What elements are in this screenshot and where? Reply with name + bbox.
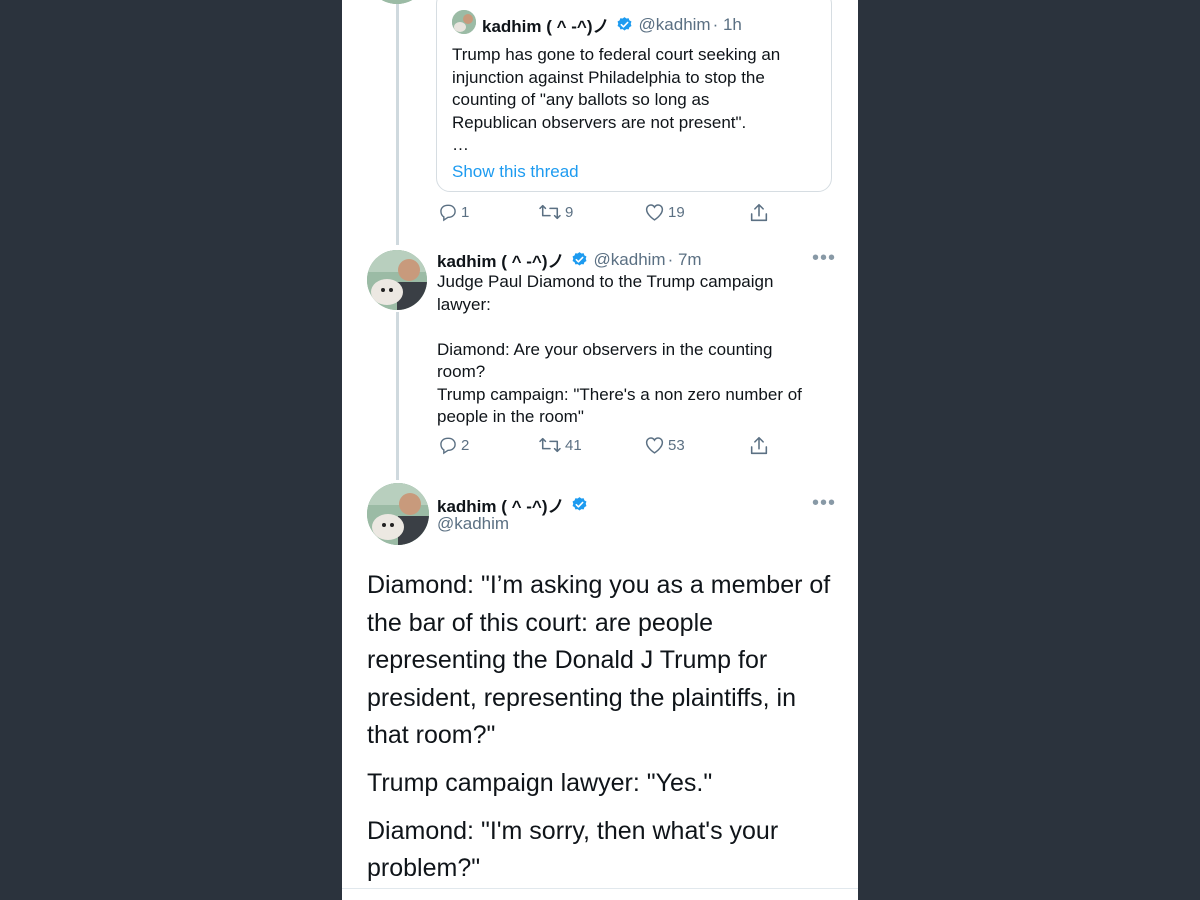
quoted-tweet-text: Trump has gone to federal court seeking … [452,45,781,154]
timestamp[interactable]: · 1h [713,15,742,35]
timestamp[interactable]: · 7m [668,250,702,270]
reply-count: 2 [461,436,470,454]
like-count: 53 [668,436,685,454]
thread-connector-line [396,0,399,245]
show-thread-link[interactable]: Show this thread [452,162,579,182]
share-icon [750,436,768,455]
tweet-paragraph: Trump campaign lawyer: "Yes." [367,768,713,797]
retweet-button[interactable]: 41 [538,435,582,455]
tweet-paragraph: Diamond: "I’m asking you as a member of … [367,571,831,750]
retweet-count: 9 [565,203,574,221]
divider [342,888,858,889]
share-button[interactable] [748,202,770,224]
quoted-tweet-header: kadhim ( ^ -^)ノ @kadhim · 1h [482,12,742,37]
quoted-avatar[interactable] [452,10,476,34]
reply-button[interactable]: 2 [438,435,469,455]
verified-badge-icon [571,496,588,513]
retweet-icon [539,437,561,453]
display-name[interactable]: kadhim ( ^ -^)ノ [482,12,610,37]
thread-connector-line [396,312,399,480]
reply-tweet-text: Judge Paul Diamond to the Trump campaign… [437,272,802,426]
share-icon [750,203,768,222]
handle[interactable]: @kadhim [437,514,509,534]
share-button[interactable] [748,435,770,457]
main-tweet-text: Diamond: "I’m asking you as a member of … [367,567,837,898]
display-name[interactable]: kadhim ( ^ -^)ノ [437,247,565,272]
avatar[interactable] [367,483,429,545]
tweet-actions: 2 41 53 [438,435,778,461]
verified-badge-icon [616,16,633,33]
avatar[interactable] [367,250,427,310]
retweet-count: 41 [565,436,582,454]
handle[interactable]: @kadhim [639,15,711,35]
reply-count: 1 [461,203,470,221]
reply-button[interactable]: 1 [438,202,469,222]
reply-tweet-header: kadhim ( ^ -^)ノ @kadhim · 7m [437,247,702,272]
reply-icon [440,204,456,222]
tweet-actions: 1 9 19 [438,202,778,228]
retweet-button[interactable]: 9 [538,202,573,222]
like-icon [645,437,664,454]
retweet-icon [539,204,561,220]
more-options-icon[interactable]: ••• [812,248,836,268]
tweet-paragraph: Diamond: "I'm sorry, then what's your pr… [367,816,779,883]
handle[interactable]: @kadhim [594,250,666,270]
like-count: 19 [668,203,685,221]
like-icon [645,204,664,221]
like-button[interactable]: 53 [644,435,685,455]
verified-badge-icon [571,251,588,268]
more-options-icon[interactable]: ••• [812,493,836,513]
reply-icon [440,437,456,455]
like-button[interactable]: 19 [644,202,685,222]
